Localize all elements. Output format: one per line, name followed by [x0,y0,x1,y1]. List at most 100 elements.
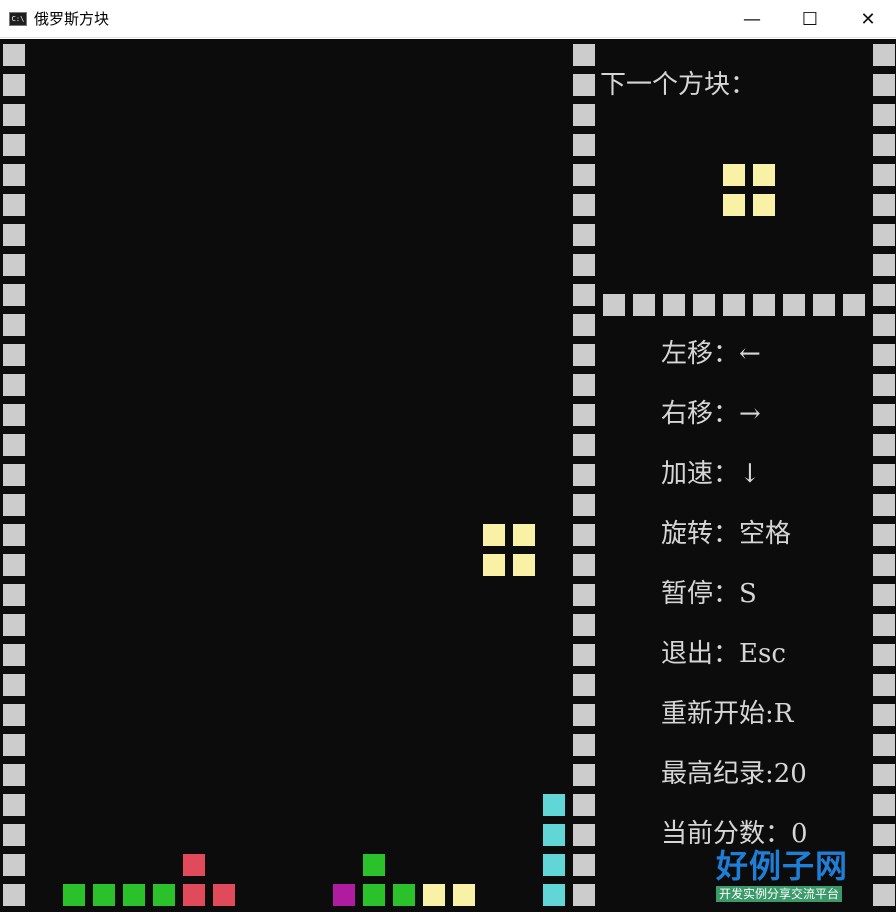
stacked-block [183,854,205,876]
wall-block [3,704,25,726]
watermark-subtitle: 开发实例分享交流平台 [716,886,843,902]
wall-block [573,344,595,366]
wall-block [573,764,595,786]
next-piece-block [723,194,745,216]
wall-block [573,524,595,546]
wall-block [873,854,895,876]
wall-block [3,284,25,306]
wall-block [813,293,835,316]
wall-block [3,344,25,366]
wall-block [873,824,895,846]
stacked-block [543,854,565,876]
wall-block [3,554,25,576]
stacked-block [333,884,355,906]
maximize-button[interactable]: ☐ [781,0,839,38]
stacked-block [453,884,475,906]
wall-block [3,464,25,486]
wall-block [3,194,25,216]
wall-block [873,44,895,66]
wall-block [693,293,715,316]
wall-block [783,293,805,316]
next-piece-block [753,194,775,216]
stacked-block [363,884,385,906]
wall-block [873,884,895,906]
wall-block [873,134,895,156]
wall-block [873,434,895,456]
wall-block [3,254,25,276]
falling-piece-block [483,524,505,546]
wall-block [723,293,745,316]
help-exit: 退出：Esc [661,639,786,669]
wall-block [573,314,595,336]
wall-block [3,374,25,396]
stacked-block [543,884,565,906]
wall-block [873,644,895,666]
next-piece-block [753,164,775,186]
stacked-block [543,824,565,846]
stacked-block [543,794,565,816]
wall-block [3,854,25,876]
wall-block [3,764,25,786]
help-move-left: 左移：← [661,339,761,369]
wall-block [3,44,25,66]
wall-block [873,704,895,726]
wall-block [3,524,25,546]
wall-block [873,314,895,336]
wall-block [603,293,625,316]
help-move-right: 右移：→ [661,399,761,429]
wall-block [573,464,595,486]
wall-block [573,284,595,306]
close-button[interactable]: ✕ [839,0,896,38]
wall-block [573,794,595,816]
wall-block [573,74,595,96]
falling-piece-block [483,554,505,576]
wall-block [873,764,895,786]
wall-block [873,524,895,546]
wall-block [873,584,895,606]
wall-block [873,344,895,366]
watermark-logo: 好例子网 开发实例分享交流平台 [716,846,866,910]
wall-block [3,794,25,816]
help-restart: 重新开始:R [661,699,794,729]
watermark-title: 好例子网 [716,847,849,885]
wall-block [573,44,595,66]
close-icon: ✕ [860,8,876,30]
wall-block [873,254,895,276]
stacked-block [393,884,415,906]
wall-block [573,494,595,516]
wall-block [873,494,895,516]
wall-block [573,584,595,606]
wall-block [3,134,25,156]
wall-block [3,104,25,126]
wall-block [573,194,595,216]
next-piece-block [723,164,745,186]
stacked-block [363,854,385,876]
wall-block [573,734,595,756]
stacked-block [153,884,175,906]
wall-block [873,674,895,696]
help-pause: 暂停：S [661,579,757,609]
wall-block [3,224,25,246]
wall-block [753,293,775,316]
wall-block [573,554,595,576]
wall-block [573,884,595,906]
title-bar: C:\ 俄罗斯方块 — ☐ ✕ [0,0,896,38]
wall-block [3,314,25,336]
wall-block [573,704,595,726]
wall-block [873,794,895,816]
wall-block [3,824,25,846]
wall-block [3,404,25,426]
wall-block [3,734,25,756]
wall-block [3,674,25,696]
wall-block [3,494,25,516]
wall-block [873,734,895,756]
wall-block [3,74,25,96]
wall-block [3,164,25,186]
help-speed-up: 加速：↓ [661,459,761,489]
wall-block [3,644,25,666]
stacked-block [183,884,205,906]
wall-block [633,293,655,316]
help-rotate: 旋转：空格 [661,519,792,549]
wall-block [573,404,595,426]
minimize-button[interactable]: — [723,0,781,38]
